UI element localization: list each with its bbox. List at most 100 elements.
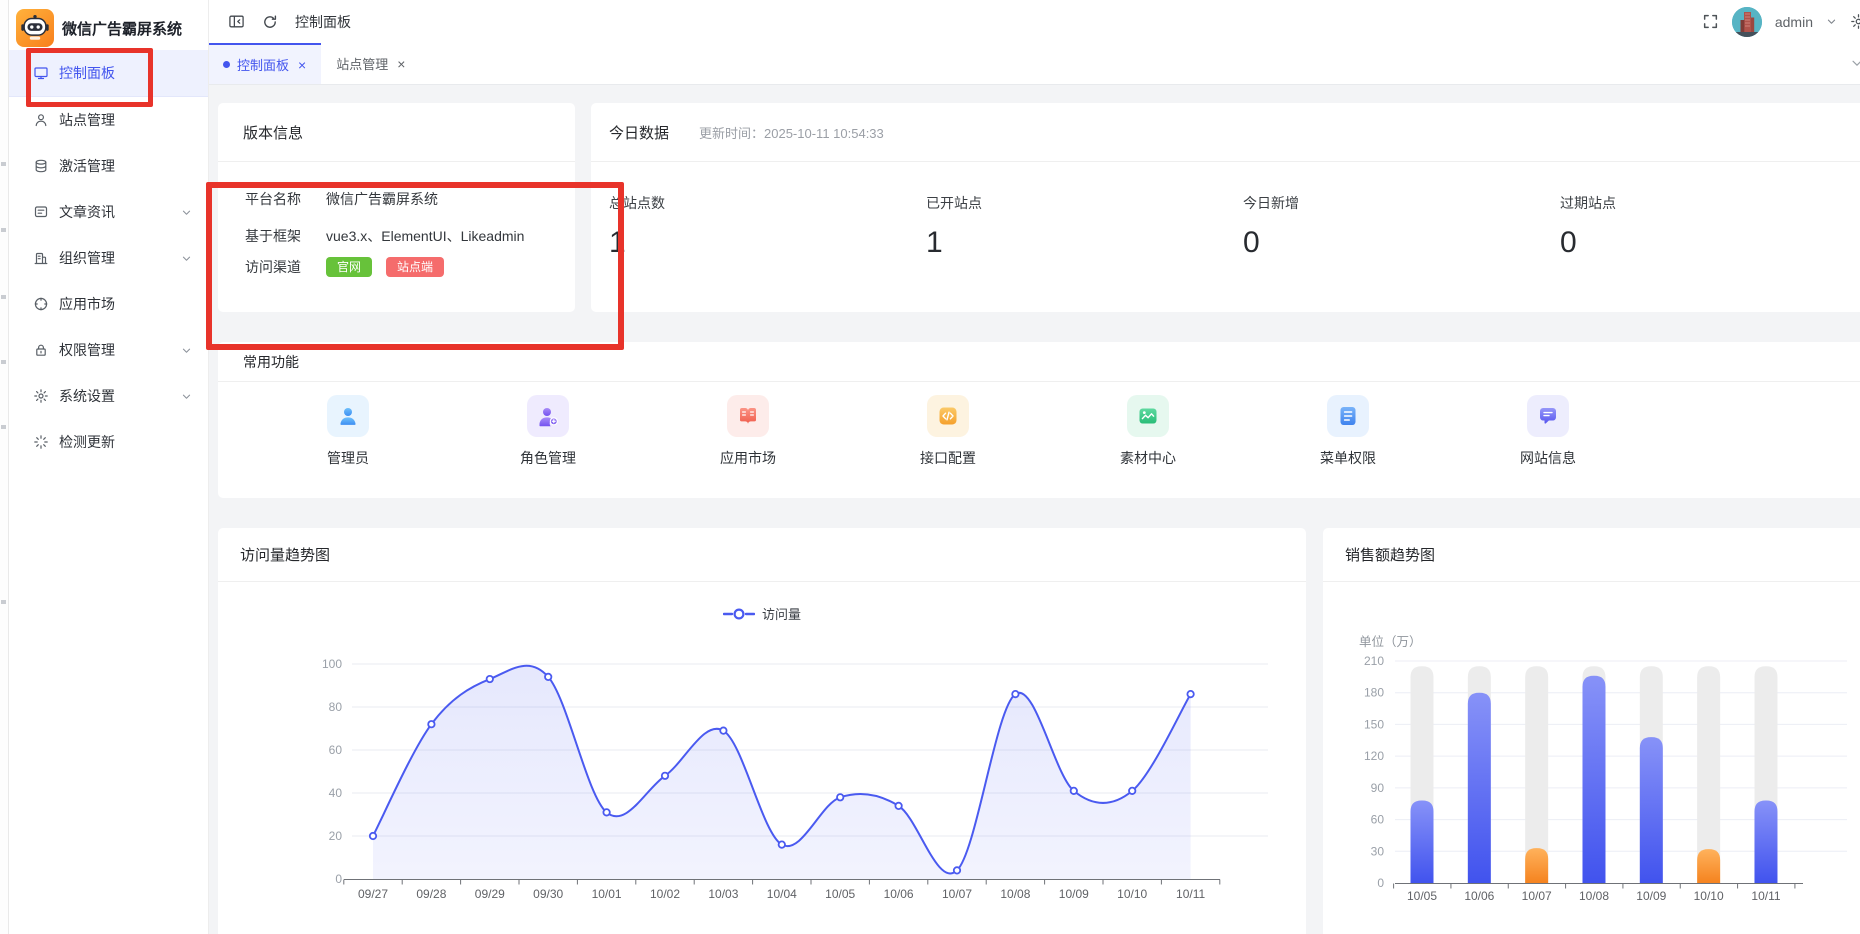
compass-icon [33, 296, 49, 312]
window-edge-strip [0, 0, 9, 934]
app-book-icon [727, 395, 769, 437]
collapse-sidebar-icon[interactable] [228, 13, 245, 30]
quick-card-title: 常用功能 [218, 342, 1860, 382]
svg-text:10/10: 10/10 [1117, 887, 1147, 901]
version-row-label: 访问渠道 [245, 257, 326, 277]
sidebar-item-2[interactable]: 站点管理 [9, 97, 208, 143]
sidebar-item-9[interactable]: 检测更新 [9, 419, 208, 465]
svg-text:10/05: 10/05 [1407, 889, 1437, 903]
tab-1[interactable]: 控制面板 × [208, 43, 321, 84]
window-edge-artifact [1, 360, 6, 364]
svg-text:210: 210 [1364, 654, 1384, 668]
sidebar-item-label: 检测更新 [59, 432, 115, 452]
svg-text:60: 60 [1371, 813, 1385, 827]
top-bar: 控制面板 admin [208, 0, 1860, 44]
quick-item-1[interactable]: 管理员 [248, 395, 448, 468]
version-card-title: 版本信息 [218, 103, 575, 162]
sidebar: 微信广告霸屏系统 控制面板站点管理激活管理文章资讯组织管理应用市场权限管理系统设… [9, 0, 209, 934]
admin-user-icon [327, 395, 369, 437]
dashboard-icon [33, 65, 49, 81]
sidebar-item-6[interactable]: 应用市场 [9, 281, 208, 327]
close-tab-icon[interactable]: × [397, 57, 405, 71]
sidebar-item-label: 应用市场 [59, 294, 115, 314]
svg-text:150: 150 [1364, 717, 1384, 731]
svg-text:40: 40 [329, 786, 343, 800]
quick-item-5[interactable]: 素材中心 [1048, 395, 1248, 468]
sidebar-item-3[interactable]: 激活管理 [9, 143, 208, 189]
chevron-down-icon[interactable] [1826, 16, 1837, 27]
channel-button-1[interactable]: 官网 [326, 257, 372, 277]
svg-text:10/06: 10/06 [884, 887, 914, 901]
sidebar-item-5[interactable]: 组织管理 [9, 235, 208, 281]
close-tab-icon[interactable]: × [298, 58, 306, 72]
tab-2[interactable]: 站点管理× [321, 43, 420, 84]
tab-label: 控制面板 [237, 55, 289, 74]
gear-icon [33, 388, 49, 404]
svg-text:60: 60 [329, 743, 343, 757]
channel-button-2[interactable]: 站点端 [386, 257, 444, 277]
svg-text:10/11: 10/11 [1176, 887, 1205, 901]
version-row: 基于框架vue3.x、ElementUI、Likeadmin [245, 224, 524, 248]
chevron-down-icon [181, 253, 192, 264]
stat-label: 总站点数 [609, 193, 909, 213]
svg-text:90: 90 [1371, 781, 1385, 795]
gear-icon[interactable] [1850, 13, 1860, 30]
quick-item-label: 应用市场 [720, 448, 776, 468]
sidebar-item-4[interactable]: 文章资讯 [9, 189, 208, 235]
line-chart-legend[interactable]: 访问量 [218, 604, 1306, 623]
svg-text:09/27: 09/27 [358, 887, 388, 901]
svg-text:10/11: 10/11 [1751, 889, 1780, 903]
tabbar-chevron-down-icon[interactable] [1850, 56, 1860, 75]
stat-1: 总站点数 1 [609, 193, 909, 260]
quick-item-label: 菜单权限 [1320, 448, 1376, 468]
site-chat-icon [1527, 395, 1569, 437]
sidebar-item-7[interactable]: 权限管理 [9, 327, 208, 373]
active-tab-dot-icon [223, 61, 230, 68]
sales-trend-card: 销售额趋势图 单位（万） 030609012015018021010/0510/… [1323, 528, 1860, 934]
material-image-icon [1127, 395, 1169, 437]
version-row-label: 基于框架 [245, 226, 326, 246]
tab-bar: 控制面板×站点管理× [208, 43, 1860, 85]
line-chart-title: 访问量趋势图 [218, 528, 1306, 582]
refresh-icon[interactable] [262, 14, 278, 30]
chevron-down-icon [181, 391, 192, 402]
version-row-value: 微信广告霸屏系统 [326, 189, 438, 209]
svg-text:10/10: 10/10 [1694, 889, 1724, 903]
window-edge-artifact [1, 600, 6, 604]
quick-item-6[interactable]: 菜单权限 [1248, 395, 1448, 468]
app-title: 微信广告霸屏系统 [62, 18, 182, 39]
svg-text:09/28: 09/28 [416, 887, 446, 901]
stat-value: 1 [926, 226, 1226, 260]
building-icon [33, 250, 49, 266]
quick-item-label: 角色管理 [520, 448, 576, 468]
avatar[interactable] [1732, 7, 1762, 37]
svg-text:10/01: 10/01 [592, 887, 622, 901]
sidebar-item-label: 激活管理 [59, 156, 115, 176]
sidebar-item-1[interactable]: 控制面板 [9, 50, 208, 97]
version-row-label: 平台名称 [245, 189, 326, 209]
quick-item-4[interactable]: 接口配置 [848, 395, 1048, 468]
sidebar-item-label: 权限管理 [59, 340, 115, 360]
stat-3: 今日新增0 [1243, 193, 1543, 260]
svg-text:09/30: 09/30 [533, 887, 563, 901]
stat-label: 今日新增 [1243, 193, 1543, 213]
stat-value: 1 [609, 226, 909, 260]
dashboard-page: 微信广告霸屏系统 控制面板站点管理激活管理文章资讯组织管理应用市场权限管理系统设… [0, 0, 1860, 934]
sidebar-item-8[interactable]: 系统设置 [9, 373, 208, 419]
quick-item-3[interactable]: 应用市场 [648, 395, 848, 468]
quick-item-2[interactable]: 角色管理 [448, 395, 648, 468]
stat-4: 过期站点0 [1560, 193, 1860, 260]
quick-functions-card: 常用功能 管理员角色管理 应用市场 接口配置素材中心菜单权限 网站信息 [218, 342, 1860, 498]
sidebar-item-label: 文章资讯 [59, 202, 115, 222]
version-row: 平台名称微信广告霸屏系统 [245, 187, 438, 211]
username[interactable]: admin [1775, 14, 1813, 30]
quick-item-label: 网站信息 [1520, 448, 1576, 468]
sidebar-item-label: 控制面板 [59, 63, 115, 83]
fullscreen-icon[interactable] [1702, 13, 1719, 30]
site-user-icon [33, 112, 49, 128]
bar-chart-title: 销售额趋势图 [1323, 528, 1860, 582]
svg-text:10/07: 10/07 [942, 887, 972, 901]
quick-item-7[interactable]: 网站信息 [1448, 395, 1648, 468]
menu-list-icon [1327, 395, 1369, 437]
svg-text:80: 80 [329, 700, 343, 714]
